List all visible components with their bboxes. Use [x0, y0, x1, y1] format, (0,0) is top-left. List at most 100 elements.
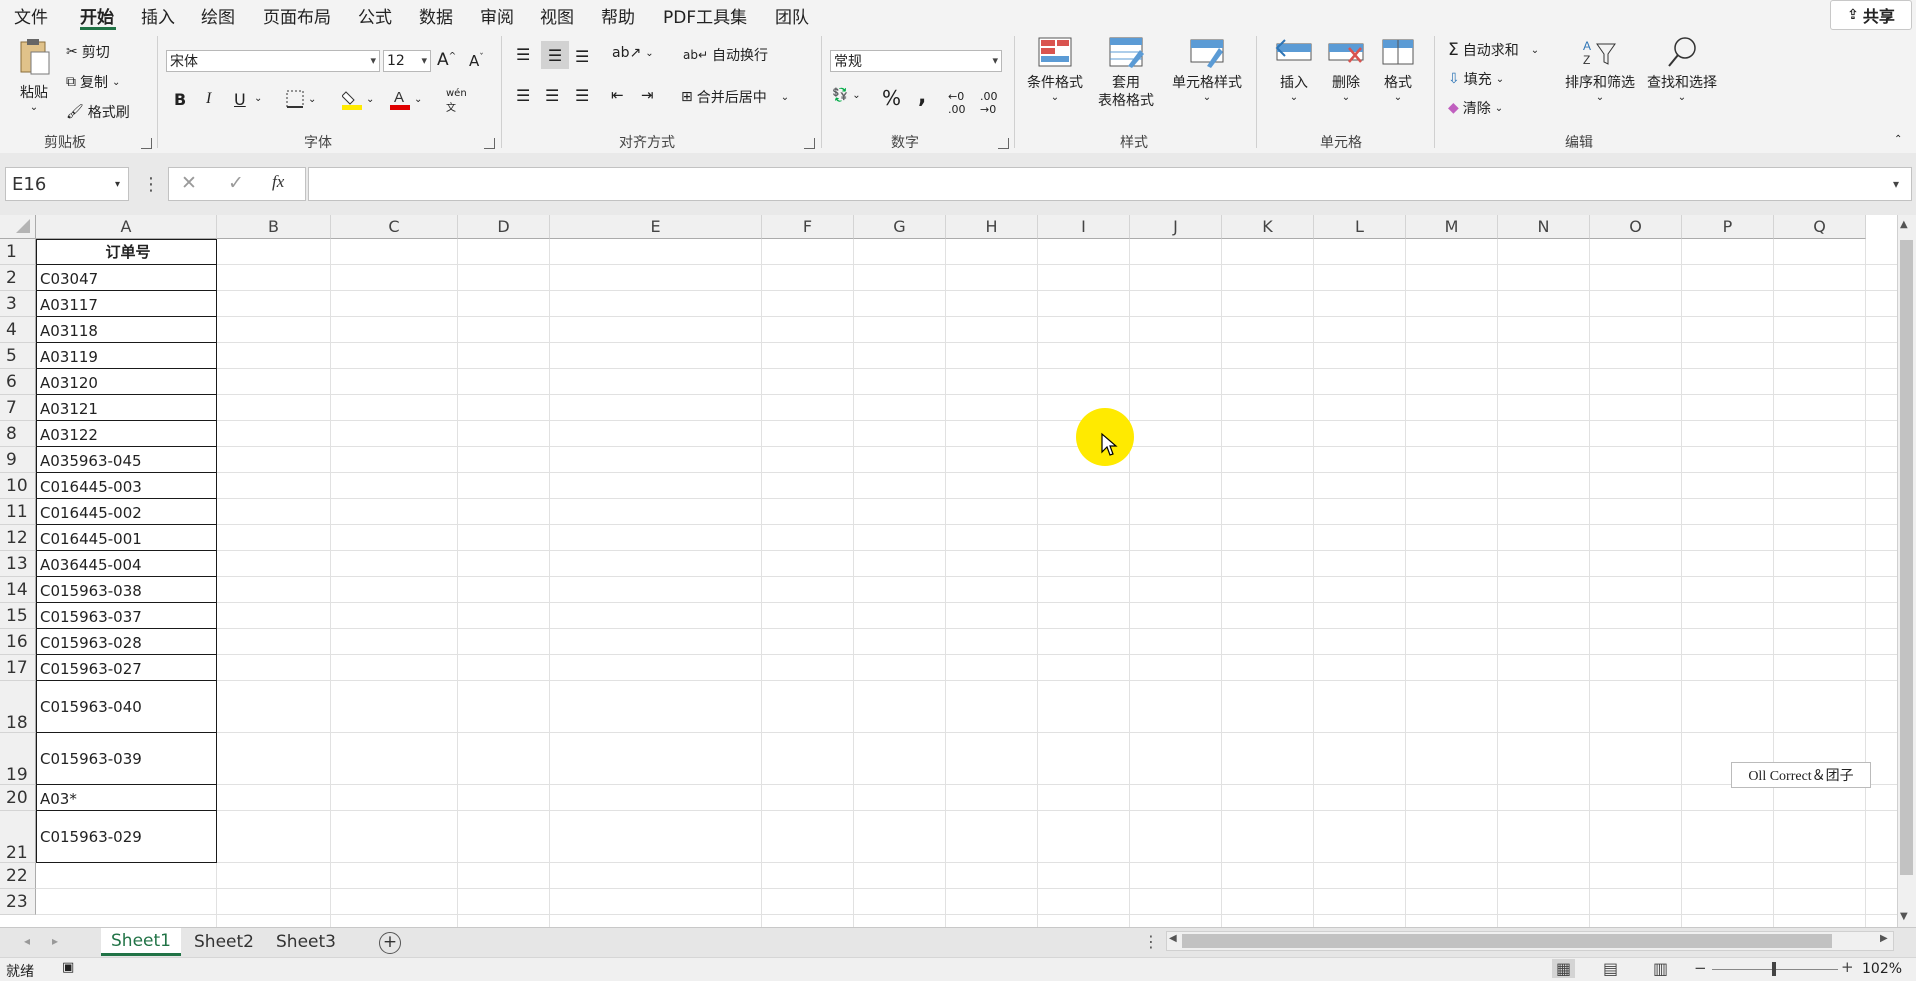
row-header-15[interactable]: 15 [0, 603, 36, 629]
row-header-17[interactable]: 17 [0, 655, 36, 681]
expand-formula-bar-icon[interactable]: ▾ [1893, 177, 1899, 191]
comma-style-button[interactable]: , [918, 84, 926, 109]
bold-button[interactable]: B [174, 90, 186, 109]
column-header-e[interactable]: E [550, 215, 762, 239]
align-left-button[interactable]: ☰ [516, 86, 530, 105]
percent-style-button[interactable]: % [882, 86, 901, 110]
vertical-scroll-thumb[interactable] [1900, 240, 1913, 875]
row-header-21[interactable]: 21 [0, 811, 36, 863]
cell-a4[interactable]: A03118 [36, 317, 217, 343]
menu-tab-draw[interactable]: 绘图 [201, 3, 235, 28]
delete-cells-button[interactable]: 删除 ⌄ [1324, 36, 1368, 103]
cell-a12[interactable]: C016445-001 [36, 525, 217, 551]
row-header-20[interactable]: 20 [0, 785, 36, 811]
column-header-m[interactable]: M [1406, 215, 1498, 239]
italic-button[interactable]: I [206, 90, 211, 108]
formula-input[interactable] [308, 167, 1912, 201]
row-header-5[interactable]: 5 [0, 343, 36, 369]
scroll-down-icon[interactable]: ▼ [1900, 911, 1908, 922]
horizontal-scroll-thumb[interactable] [1182, 934, 1832, 948]
row-header-14[interactable]: 14 [0, 577, 36, 603]
column-header-f[interactable]: F [762, 215, 854, 239]
row-header-12[interactable]: 12 [0, 525, 36, 551]
row-header-19[interactable]: 19 [0, 733, 36, 785]
cell-a2[interactable]: C03047 [36, 265, 217, 291]
align-center-button[interactable]: ☰ [545, 86, 559, 105]
column-header-j[interactable]: J [1130, 215, 1222, 239]
worksheet-grid[interactable]: ABCDEFGHIJKLMNOPQ 1 2 3 4 5 6 7 8 9 10 11 12 13 14 15 1… [0, 215, 1916, 927]
sheet-tab-sheet2[interactable]: Sheet2 [184, 928, 264, 956]
row-header-13[interactable]: 13 [0, 551, 36, 577]
sort-filter-button[interactable]: AZ 排序和筛选 ⌄ [1560, 36, 1640, 103]
cell-a14[interactable]: C015963-038 [36, 577, 217, 603]
accounting-format-button[interactable]: 💱 ⌄ [832, 88, 861, 103]
decrease-font-size-button[interactable]: Aˇ [469, 52, 484, 70]
prev-sheet-icon[interactable]: ◂ [24, 934, 30, 948]
row-header-9[interactable]: 9 [0, 447, 36, 473]
fill-color-button[interactable]: ⌄ [342, 88, 374, 110]
cell-a19[interactable]: C015963-039 [36, 733, 217, 785]
align-right-button[interactable]: ☰ [575, 86, 589, 105]
row-header-18[interactable]: 18 [0, 681, 36, 733]
font-size-select[interactable]: 12 ▾ [383, 50, 431, 72]
decrease-decimal-button[interactable]: .00 →0 [980, 90, 998, 116]
menu-tab-home[interactable]: 开始 [80, 3, 114, 28]
row-header-7[interactable]: 7 [0, 395, 36, 421]
row-header-2[interactable]: 2 [0, 265, 36, 291]
clipboard-launcher-icon[interactable] [141, 138, 152, 149]
row-header-1[interactable]: 1 [0, 239, 36, 265]
sheet-tab-sheet3[interactable]: Sheet3 [266, 928, 346, 956]
row-header-23[interactable]: 23 [0, 889, 36, 915]
column-header-o[interactable]: O [1590, 215, 1682, 239]
scroll-right-icon[interactable]: ▶ [1880, 933, 1888, 944]
menu-tab-review[interactable]: 审阅 [480, 3, 514, 28]
row-header-16[interactable]: 16 [0, 629, 36, 655]
cell-a20[interactable]: A03* [36, 785, 217, 811]
phonetic-guide-button[interactable]: wén 文 [446, 88, 467, 114]
zoom-slider-handle[interactable] [1772, 962, 1776, 976]
borders-button[interactable]: ⌄ [286, 90, 316, 108]
row-header-10[interactable]: 10 [0, 473, 36, 499]
row-header-11[interactable]: 11 [0, 499, 36, 525]
cell-a15[interactable]: C015963-037 [36, 603, 217, 629]
menu-tab-view[interactable]: 视图 [540, 3, 574, 28]
cut-button[interactable]: ✂ 剪切 [66, 42, 110, 62]
orientation-button[interactable]: ab↗ ⌄ [612, 45, 654, 61]
zoom-out-icon[interactable]: − [1694, 959, 1707, 977]
cell-a1-header[interactable]: 订单号 [36, 239, 217, 265]
column-header-n[interactable]: N [1498, 215, 1590, 239]
decrease-indent-button[interactable]: ⇤ [611, 86, 624, 104]
cell-a5[interactable]: A03119 [36, 343, 217, 369]
cell-styles-button[interactable]: 单元格样式 ⌄ [1168, 36, 1246, 103]
insert-cells-button[interactable]: 插入 ⌄ [1272, 36, 1316, 103]
column-header-l[interactable]: L [1314, 215, 1406, 239]
normal-view-icon[interactable]: ▦ [1552, 959, 1576, 978]
next-sheet-icon[interactable]: ▸ [52, 934, 58, 948]
find-select-button[interactable]: 查找和选择 ⌄ [1642, 36, 1722, 103]
zoom-level[interactable]: 102% [1862, 961, 1902, 977]
fill-button[interactable]: ⇩ 填充 ⌄ [1448, 69, 1504, 89]
conditional-formatting-button[interactable]: 条件格式 ⌄ [1022, 36, 1088, 103]
cell-a8[interactable]: A03122 [36, 421, 217, 447]
wrap-text-button[interactable]: ab↵ 自动换行 [683, 45, 768, 65]
font-launcher-icon[interactable] [484, 138, 495, 149]
menu-tab-data[interactable]: 数据 [419, 3, 453, 28]
cell-a17[interactable]: C015963-027 [36, 655, 217, 681]
increase-indent-button[interactable]: ⇥ [641, 86, 654, 104]
menu-tab-pdf-tools[interactable]: PDF工具集 [663, 3, 747, 28]
column-header-d[interactable]: D [458, 215, 550, 239]
cell-a7[interactable]: A03121 [36, 395, 217, 421]
collapse-ribbon-icon[interactable]: ⌃ [1894, 134, 1902, 145]
align-bottom-button[interactable]: ☰ [575, 47, 589, 66]
row-header-22[interactable]: 22 [0, 863, 36, 889]
increase-font-size-button[interactable]: A^ [437, 50, 456, 70]
page-break-view-icon[interactable]: ▥ [1653, 959, 1668, 978]
cell-a13[interactable]: A036445-004 [36, 551, 217, 577]
row-header-8[interactable]: 8 [0, 421, 36, 447]
align-top-button[interactable]: ☰ [516, 45, 530, 64]
format-cells-button[interactable]: 格式 ⌄ [1376, 36, 1420, 103]
font-color-button[interactable]: A ⌄ [390, 88, 422, 110]
increase-decimal-button[interactable]: ←0.00 [948, 90, 966, 116]
align-middle-button[interactable]: ☰ [541, 41, 569, 69]
select-all-button[interactable] [0, 215, 36, 239]
